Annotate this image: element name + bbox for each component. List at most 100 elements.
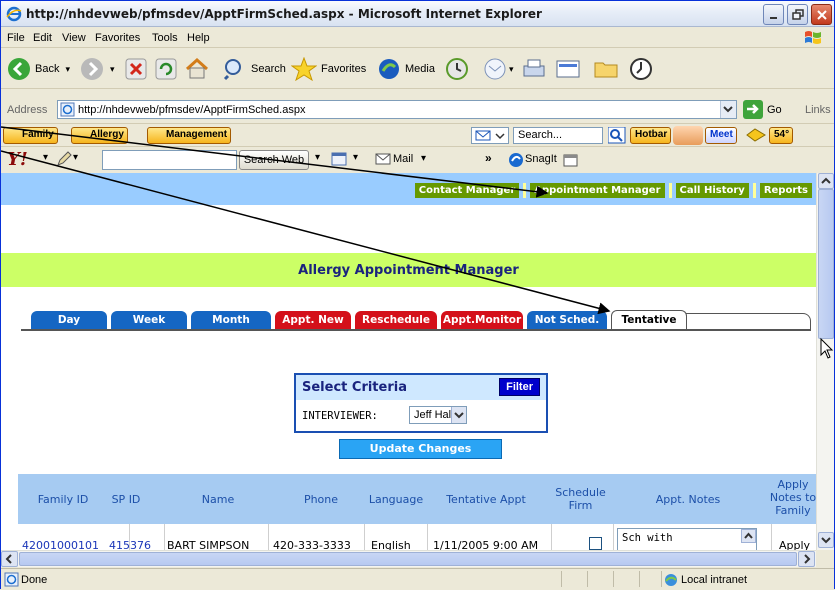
menu-tools[interactable]: Tools — [152, 32, 178, 44]
interviewer-select[interactable]: Jeff Hall — [409, 406, 467, 424]
search-go-icon[interactable] — [608, 127, 626, 144]
menu-file[interactable]: File — [7, 32, 25, 44]
nav-call-history[interactable]: Call History — [675, 183, 749, 198]
nav-separator — [523, 183, 527, 198]
dropdown-icon[interactable]: ▾ — [421, 153, 426, 164]
yahoo-search-input[interactable] — [102, 150, 237, 170]
bookmark-icon[interactable] — [745, 127, 767, 144]
nav-reports[interactable]: Reports — [759, 183, 812, 198]
back-button[interactable]: Back ▾ — [7, 55, 70, 83]
tab-not-sched[interactable]: Not Sched. — [527, 311, 607, 330]
dropdown-icon[interactable]: ▾ — [65, 64, 70, 75]
maximize-button[interactable] — [787, 4, 808, 25]
scroll-thumb[interactable] — [818, 189, 834, 339]
filter-button[interactable]: Filter — [499, 378, 540, 396]
scroll-right-button[interactable] — [798, 551, 815, 567]
scroll-down-button[interactable] — [818, 532, 834, 548]
status-bar: Done Local intranet — [1, 568, 834, 589]
top-nav-band: Contact Manager Appointment Manager Call… — [1, 173, 816, 205]
management-button[interactable]: Management — [147, 127, 232, 144]
folder-button[interactable] — [593, 55, 619, 83]
menu-edit[interactable]: Edit — [33, 32, 52, 44]
schedule-firm-checkbox[interactable] — [589, 537, 602, 550]
tab-week[interactable]: Week — [111, 311, 187, 330]
history-button[interactable] — [445, 55, 469, 83]
menu-view[interactable]: View — [62, 32, 86, 44]
hscroll-thumb[interactable] — [19, 552, 797, 566]
update-changes-button[interactable]: Update Changes — [339, 439, 502, 459]
mail-envelope-icon[interactable] — [375, 153, 391, 165]
status-divider — [613, 571, 614, 587]
mail-button[interactable]: ▾ — [483, 55, 514, 83]
scroll-up-button[interactable] — [818, 173, 834, 189]
capture-window-icon[interactable] — [563, 152, 579, 168]
horizontal-scrollbar[interactable] — [1, 550, 816, 567]
yahoo-logo[interactable]: Y! — [7, 149, 28, 170]
allergy-button[interactable]: Allergy — [71, 127, 128, 144]
textarea-scroll-up[interactable] — [741, 529, 756, 543]
toolbar-search-input[interactable]: Search... — [513, 127, 603, 144]
appt-notes-value: Sch with — [622, 532, 673, 544]
links-label[interactable]: Links — [805, 104, 831, 116]
title-bar: http://nhdevweb/pfmsdev/ApptFirmSched.as… — [1, 1, 834, 27]
nav-contact-manager[interactable]: Contact Manager — [414, 183, 520, 198]
snagit-icon[interactable] — [508, 152, 524, 168]
snagit-label[interactable]: SnagIt — [525, 153, 557, 165]
scroll-left-button[interactable] — [1, 551, 18, 567]
forward-button[interactable]: ▾ — [80, 55, 115, 83]
mail-toolbar-button[interactable] — [471, 127, 509, 144]
favorites-button[interactable]: Favorites — [291, 55, 366, 83]
tab-reschedule[interactable]: Reschedule — [355, 311, 437, 330]
refresh-button[interactable] — [155, 55, 177, 83]
search-button[interactable]: Search — [223, 55, 286, 83]
menu-favorites[interactable]: Favorites — [95, 32, 140, 44]
media-button[interactable]: Media — [377, 55, 435, 83]
messenger-button[interactable] — [629, 55, 653, 83]
tab-appt-new[interactable]: Appt. New — [275, 311, 351, 330]
search-web-button[interactable]: Search Web — [239, 150, 309, 170]
weather-button[interactable]: 54° — [769, 127, 794, 144]
avatar-icon[interactable] — [673, 126, 703, 145]
dropdown-icon[interactable]: ▾ — [73, 152, 78, 163]
close-button[interactable] — [811, 4, 832, 25]
favorites-label: Favorites — [321, 63, 367, 75]
clock-icon — [630, 58, 652, 80]
yahoo-mail-link[interactable]: Mail — [393, 153, 413, 165]
edit-button[interactable] — [555, 55, 581, 83]
tab-appt-monitor[interactable]: Appt.Monitor — [441, 311, 523, 330]
dropdown-icon[interactable]: ▾ — [43, 152, 48, 163]
dropdown-icon[interactable]: ▾ — [315, 152, 320, 163]
appt-notes-textarea[interactable]: Sch with — [617, 528, 757, 550]
stop-button[interactable] — [125, 55, 147, 83]
meet-button[interactable]: Meet — [705, 127, 737, 144]
minimize-button[interactable] — [763, 4, 784, 25]
refresh-icon — [155, 58, 177, 80]
go-label[interactable]: Go — [767, 104, 782, 116]
dropdown-icon[interactable]: ▾ — [353, 152, 358, 163]
address-dropdown-button[interactable] — [720, 101, 736, 118]
home-button[interactable] — [185, 55, 209, 83]
cell-family-id[interactable]: 42001000101 — [22, 539, 99, 550]
nav-appointment-manager[interactable]: Appointment Manager — [530, 183, 665, 198]
toolbar-more-chevron[interactable]: » — [485, 151, 492, 165]
toolbar-options-icon[interactable] — [331, 151, 351, 167]
tab-tentative[interactable]: Tentative — [611, 310, 687, 330]
tab-day[interactable]: Day — [31, 311, 107, 330]
family-button[interactable]: Family — [3, 127, 58, 144]
menu-help[interactable]: Help — [187, 32, 210, 44]
dropdown-icon[interactable]: ▾ — [110, 64, 115, 75]
hotbar-button[interactable]: Hotbar — [630, 127, 672, 144]
cell-apply[interactable]: Apply — [779, 539, 810, 550]
chevron-down-icon — [821, 537, 831, 544]
pencil-icon[interactable] — [56, 151, 72, 167]
dropdown-icon[interactable]: ▾ — [509, 64, 514, 75]
windows-flag-icon — [805, 31, 821, 44]
cell-sp-id[interactable]: 415376 — [109, 539, 151, 550]
tab-month[interactable]: Month — [191, 311, 271, 330]
vertical-scrollbar[interactable] — [816, 173, 834, 550]
select-dropdown-button[interactable] — [451, 407, 466, 423]
address-field[interactable]: http://nhdevweb/pfmsdev/ApptFirmSched.as… — [57, 100, 737, 119]
hotbar-label: Hotbar — [635, 129, 668, 140]
go-button[interactable] — [743, 100, 763, 119]
print-button[interactable] — [521, 55, 547, 83]
